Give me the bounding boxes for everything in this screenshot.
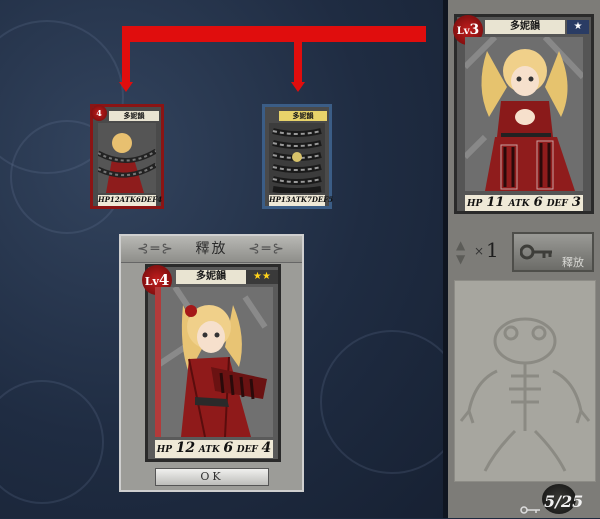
hp-value: 13 (280, 195, 291, 204)
card-counter: 5/25 (520, 484, 598, 519)
atk-value: 6 (533, 195, 543, 210)
atk-value: 6 (223, 440, 234, 456)
target-card[interactable]: 多妮韻 HP 13 ATK 7 DEF 5 (262, 104, 333, 209)
card-name: 多妮韻 (279, 111, 327, 121)
chains-icon (269, 123, 325, 193)
hp-label: HP (98, 195, 110, 204)
ornament-right-icon: ⊰═⊱ (248, 241, 286, 257)
atk-label: ATK (508, 199, 530, 209)
release-quantity: ▲ ▼ × 1 (456, 236, 506, 268)
release-card[interactable]: Lv4 多妮韻 ★★ HP 12 ATK 6 DEF 4 (142, 264, 281, 462)
hp-value: 11 (486, 195, 505, 210)
counter-value: 5/25 (544, 492, 584, 511)
card-name: 多妮韻 (176, 270, 246, 284)
release-button[interactable]: 釋放 (512, 232, 594, 272)
rarity-stars: ★ (567, 20, 589, 34)
card-art (155, 287, 273, 437)
release-button-label: 釋放 (562, 256, 584, 269)
card-art (269, 123, 325, 193)
girl-in-red-dress-illustration (155, 287, 273, 437)
arrow-head-mid (291, 82, 305, 92)
def-value: 3 (571, 195, 581, 210)
key-icon (519, 242, 554, 265)
hp-label: HP (467, 199, 483, 209)
card-name: 多妮韻 (485, 20, 565, 34)
card-name: 多妮韻 (109, 111, 159, 121)
card-stats: HP 13 ATK 7 DEF 5 (269, 195, 333, 206)
panel-title-text: 釋放 (195, 241, 228, 257)
quantity-prefix: × (474, 244, 485, 258)
chained-girl-illustration (98, 123, 156, 193)
up-down-arrows-icon: ▲ ▼ (456, 238, 466, 266)
source-card[interactable]: 4 多妮韻 HP 12 ATK 6 DEF 4 (90, 104, 164, 209)
def-label: DEF (311, 195, 329, 204)
rarity-stars: ★★ (246, 270, 278, 284)
atk-label: ATK (119, 195, 136, 204)
def-label: DEF (546, 199, 568, 209)
frog-skeleton-icon (459, 317, 591, 472)
release-slot (454, 280, 596, 482)
def-value: 5 (328, 195, 334, 204)
hp-value: 12 (109, 195, 120, 204)
atk-label: ATK (198, 445, 220, 455)
background-ornament (0, 380, 104, 504)
ok-button[interactable]: OK (155, 468, 269, 486)
card-stats: HP 12 ATK 6 DEF 4 (98, 195, 162, 206)
hp-value: 12 (175, 440, 196, 456)
panel-title: ⊰═⊱ 釋放 ⊰═⊱ (121, 236, 302, 263)
card-art (465, 37, 583, 191)
level-label: Lv (456, 26, 470, 37)
level-badge: 4 (91, 105, 107, 121)
card-art (98, 123, 156, 193)
arrow-bar-left (122, 26, 130, 84)
card-stats: HP 12 ATK 6 DEF 4 (155, 440, 273, 458)
quantity-value: 1 (486, 238, 499, 262)
seated-girl-illustration (465, 37, 583, 191)
arrow-bar-top (122, 26, 426, 42)
ornament-left-icon: ⊰═⊱ (137, 241, 175, 257)
def-value: 4 (157, 195, 163, 204)
arrow-bar-mid (294, 26, 302, 84)
card-stats: HP 11 ATK 6 DEF 3 (465, 195, 583, 211)
def-value: 4 (261, 440, 272, 456)
def-label: DEF (140, 195, 158, 204)
def-label: DEF (236, 445, 258, 455)
atk-label: ATK (290, 195, 307, 204)
hero-card[interactable]: Lv3 多妮韻 ★ HP 11 ATK 6 DEF 3 (453, 14, 594, 214)
hp-label: HP (156, 445, 173, 455)
arrow-head-left (119, 82, 133, 92)
release-panel: ⊰═⊱ 釋放 ⊰═⊱ Lv4 多妮韻 ★★ HP 12 ATK 6 DEF 4 … (119, 234, 304, 492)
hp-label: HP (269, 195, 281, 204)
level-value: 3 (469, 22, 480, 38)
key-icon (520, 500, 542, 519)
